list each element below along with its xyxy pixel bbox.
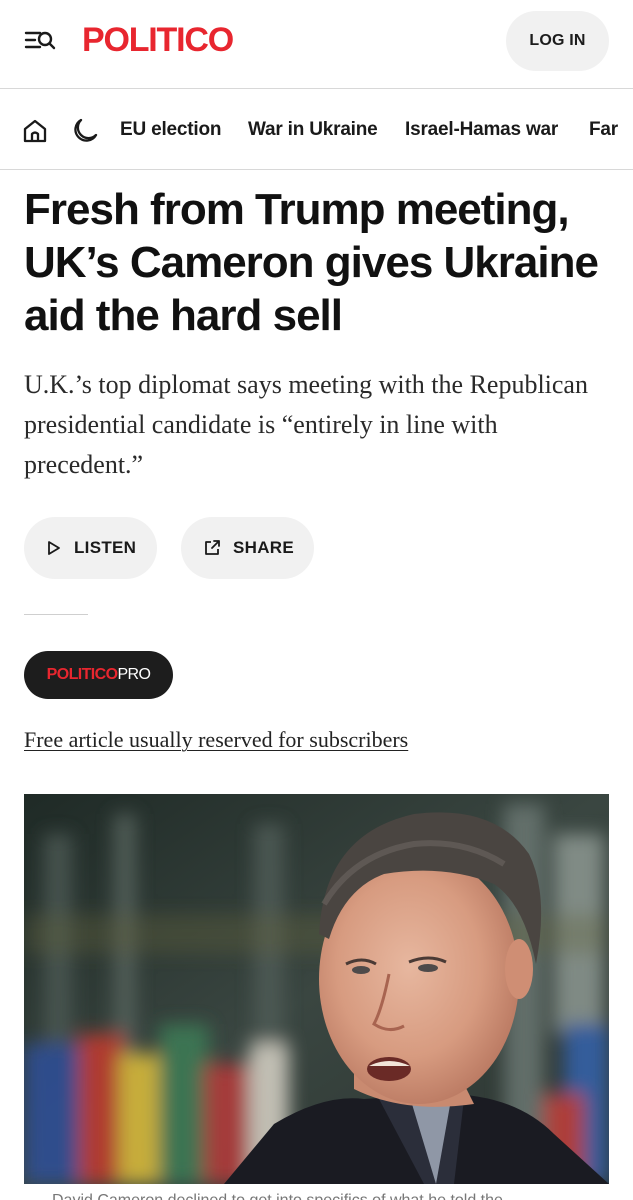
photo-caption: David Cameron declined to get into speci… (52, 1192, 503, 1200)
home-icon[interactable] (22, 118, 48, 144)
share-button[interactable]: SHARE (181, 517, 314, 579)
nav-link-israel-hamas-war[interactable]: Israel-Hamas war (405, 118, 558, 142)
share-icon (205, 540, 220, 555)
article-dek: U.K.’s top diplomat says meeting with th… (24, 370, 588, 479)
article-photo (24, 794, 609, 1184)
politico-pro-badge[interactable]: POLITICO PRO (24, 651, 173, 699)
topic-nav: EU election War in Ukraine Israel-Hamas … (0, 90, 633, 170)
listen-button[interactable]: LISTEN (24, 517, 157, 579)
nav-link-war-in-ukraine[interactable]: War in Ukraine (248, 118, 378, 142)
login-button[interactable]: LOG IN (506, 11, 609, 71)
menu-search-icon[interactable] (24, 27, 58, 55)
divider (24, 614, 88, 615)
pro-badge-politico: POLITICO (46, 666, 118, 683)
nav-link-far[interactable]: Far (589, 118, 618, 142)
share-label: SHARE (233, 538, 295, 557)
site-header: POLITICO LOG IN (0, 0, 633, 89)
moon-icon[interactable] (71, 117, 99, 145)
pro-badge-pro: PRO (117, 666, 151, 683)
free-article-link[interactable]: Free article usually reserved for subscr… (24, 725, 408, 755)
article-headline: Fresh from Trump meeting, UK’s Cameron g… (24, 185, 599, 340)
play-icon (48, 541, 60, 555)
nav-link-eu-election[interactable]: EU election (120, 118, 221, 142)
listen-label: LISTEN (74, 538, 137, 557)
politico-logo[interactable]: POLITICO (82, 20, 234, 60)
